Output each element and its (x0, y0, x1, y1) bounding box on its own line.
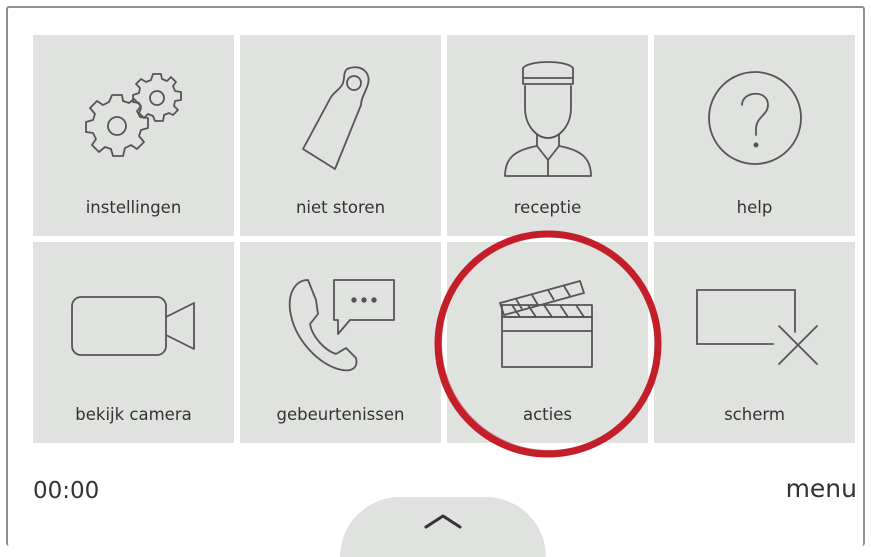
receptionist-icon (473, 53, 623, 183)
tile-label: gebeurtenissen (276, 405, 405, 424)
camera-icon (59, 260, 209, 390)
tile-instellingen[interactable]: instellingen (33, 35, 234, 236)
tile-label: instellingen (85, 198, 182, 217)
menu-button[interactable]: menu (786, 474, 857, 503)
tile-scherm[interactable]: scherm (654, 242, 855, 443)
tile-niet-storen[interactable]: niet storen (240, 35, 441, 236)
tile-label: help (736, 198, 773, 217)
tile-label: scherm (724, 405, 785, 424)
tile-label: receptie (513, 198, 582, 217)
tile-gebeurtenissen[interactable]: gebeurtenissen (240, 242, 441, 443)
tile-receptie[interactable]: receptie (447, 35, 648, 236)
chevron-up-icon (424, 514, 462, 529)
phone-message-icon (266, 260, 416, 390)
gears-icon (59, 53, 209, 183)
clock-time: 00:00 (33, 478, 100, 504)
menu-grid: instellingen niet storen receptie help b… (33, 35, 855, 443)
tile-bekijk-camera[interactable]: bekijk camera (33, 242, 234, 443)
pull-up-handle[interactable] (340, 497, 546, 557)
clapperboard-icon (473, 260, 623, 390)
help-icon (680, 53, 830, 183)
door-hanger-icon (266, 53, 416, 183)
tile-label: bekijk camera (75, 405, 192, 424)
screen-off-icon (680, 260, 830, 390)
tile-label: acties (523, 405, 572, 424)
tile-help[interactable]: help (654, 35, 855, 236)
tile-acties[interactable]: acties (447, 242, 648, 443)
tile-label: niet storen (295, 198, 386, 217)
